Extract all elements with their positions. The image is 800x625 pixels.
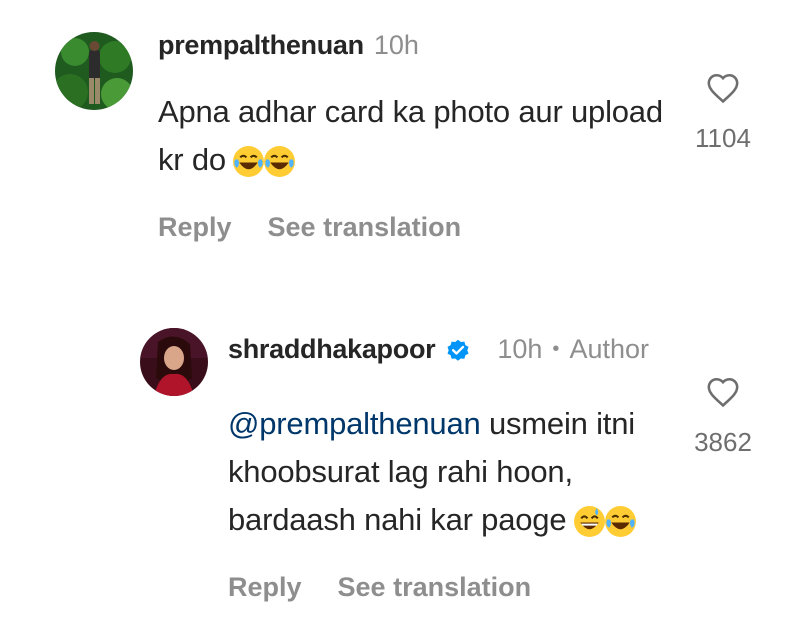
face-with-tears-of-joy-icon xyxy=(233,146,265,178)
face-with-tears-of-joy-icon xyxy=(604,506,636,538)
like-count: 1104 xyxy=(695,123,751,153)
avatar[interactable] xyxy=(55,32,133,110)
comment-prempalthenuan: prempalthenuan 10h Apna adhar card ka ph… xyxy=(0,0,800,290)
timestamp: 10h xyxy=(373,30,419,60)
avatar[interactable] xyxy=(140,328,208,396)
face-with-tears-of-joy-icon xyxy=(264,146,296,178)
like-block: 3862 xyxy=(683,376,763,458)
comment-shraddhakapoor: shraddhakapoor 10h • Author @prempalthen… xyxy=(0,290,800,625)
comment-header: prempalthenuan 10h xyxy=(158,30,419,61)
comment-line: bardaash nahi kar paoge xyxy=(228,496,668,544)
comment-line-text: bardaash nahi kar paoge xyxy=(228,502,567,537)
mention-link[interactable]: @prempalthenuan xyxy=(228,406,481,441)
comment-actions: Reply See translation xyxy=(228,572,531,603)
reply-button[interactable]: Reply xyxy=(158,212,232,243)
comment-header: shraddhakapoor 10h • Author xyxy=(228,334,649,365)
comment-actions: Reply See translation xyxy=(158,212,461,243)
comment-line-text: kr do xyxy=(158,142,226,177)
heart-outline-icon[interactable] xyxy=(706,72,740,104)
comment-line: kr do xyxy=(158,136,678,184)
separator-dot: • xyxy=(552,338,560,360)
verified-badge-icon xyxy=(447,339,469,361)
grinning-face-with-sweat-icon xyxy=(573,506,605,538)
comment-line: khoobsurat lag rahi hoon, xyxy=(228,454,573,489)
timestamp: 10h xyxy=(497,334,543,364)
comment-text: Apna adhar card ka photo aur upload kr d… xyxy=(158,88,678,184)
like-block: 1104 xyxy=(683,72,763,154)
reply-button[interactable]: Reply xyxy=(228,572,302,603)
heart-outline-icon[interactable] xyxy=(706,376,740,408)
like-count: 3862 xyxy=(694,427,752,457)
username[interactable]: shraddhakapoor xyxy=(228,334,436,365)
username[interactable]: prempalthenuan xyxy=(158,30,364,61)
comment-line: Apna adhar card ka photo aur upload xyxy=(158,94,663,129)
see-translation-button[interactable]: See translation xyxy=(268,212,462,243)
comment-line-text: usmein itni xyxy=(480,406,635,441)
comment-line: @prempalthenuan usmein itni xyxy=(228,400,668,448)
author-label: Author xyxy=(569,334,649,364)
comment-text: @prempalthenuan usmein itni khoobsurat l… xyxy=(228,400,668,544)
see-translation-button[interactable]: See translation xyxy=(338,572,532,603)
